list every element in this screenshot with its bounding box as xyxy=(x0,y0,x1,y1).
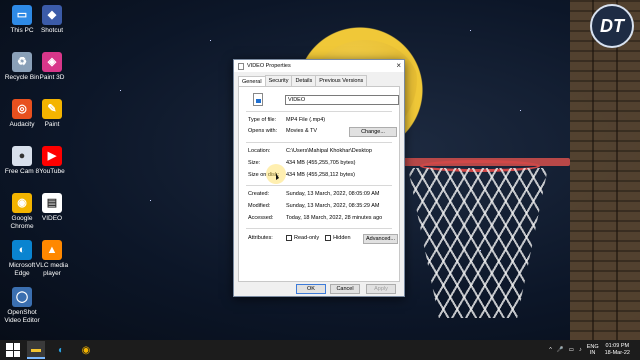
desktop-icon-vlc[interactable]: ▲ VLC media player xyxy=(32,238,72,278)
close-button[interactable]: × xyxy=(396,61,401,70)
modified-label: Modified: xyxy=(248,203,271,209)
microphone-icon[interactable]: 🎤 xyxy=(557,347,564,353)
size-value: 434 MB (455,255,705 bytes) xyxy=(286,160,356,166)
type-value: MP4 File (.mp4) xyxy=(286,117,326,123)
properties-dialog: VIDEO Properties × General Security Deta… xyxy=(233,59,405,297)
opens-with-value: Movies & TV xyxy=(286,128,318,134)
region-code: IN xyxy=(589,350,596,356)
desktop-icon-youtube[interactable]: ▶ YouTube xyxy=(32,144,72,176)
cancel-button[interactable]: Cancel xyxy=(330,284,360,294)
desktop-icon-shotcut[interactable]: ◆ Shotcut xyxy=(32,3,72,35)
volume-icon[interactable]: ♪ xyxy=(579,347,582,353)
desktop-icon-label: Shotcut xyxy=(40,27,64,34)
video-file-icon xyxy=(253,93,263,106)
battery-icon[interactable]: ▭ xyxy=(569,347,574,353)
start-button[interactable] xyxy=(6,343,20,357)
readonly-check-box[interactable] xyxy=(286,235,292,241)
taskbar: ▬ ◐ ◉ ^ 🎤 ▭ ♪ ENG IN 01:09 PM 18-Mar-22 xyxy=(0,340,640,360)
basketball-net xyxy=(408,168,548,318)
created-label: Created: xyxy=(248,191,270,197)
vlc-icon: ▲ xyxy=(42,240,62,260)
channel-logo: DT xyxy=(590,4,634,48)
free-cam-icon: ● xyxy=(12,146,32,166)
computer-icon: ▭ xyxy=(12,5,32,25)
desktop-icon-paint-3d[interactable]: ◈ Paint 3D xyxy=(32,50,72,82)
desktop-icon-label: Paint xyxy=(44,121,60,128)
tray-overflow-icon[interactable]: ^ xyxy=(549,347,552,353)
tab-bar: General Security Details Previous Versio… xyxy=(234,72,404,87)
dialog-title: VIDEO Properties xyxy=(247,63,291,69)
edge-icon: ◐ xyxy=(12,240,32,260)
audacity-icon: ◎ xyxy=(12,99,32,119)
location-label: Location: xyxy=(248,148,271,154)
chrome-icon: ◉ xyxy=(12,193,32,213)
taskbar-apps: ▬ ◐ ◉ xyxy=(20,341,95,359)
language-indicator[interactable]: ENG IN xyxy=(587,344,599,356)
created-value: Sunday, 13 March, 2022, 08:05:09 AM xyxy=(286,191,380,197)
desktop-icon-openshot[interactable]: ◯ OpenShot Video Editor xyxy=(2,285,42,325)
shotcut-icon: ◆ xyxy=(42,5,62,25)
readonly-label: Read-only xyxy=(294,235,320,241)
advanced-button[interactable]: Advanced... xyxy=(363,234,398,244)
desktop-icon-label: VIDEO xyxy=(41,215,63,222)
tab-security[interactable]: Security xyxy=(264,75,293,86)
taskbar-file-explorer-icon[interactable]: ▬ xyxy=(27,341,45,359)
tab-details[interactable]: Details xyxy=(291,75,317,86)
taskbar-chrome-icon[interactable]: ◉ xyxy=(77,341,95,359)
hidden-label: Hidden xyxy=(333,235,351,241)
desktop-icon-label: YouTube xyxy=(39,168,65,175)
size-on-disk-value: 434 MB (455,258,112 bytes) xyxy=(286,172,355,178)
dialog-titlebar[interactable]: VIDEO Properties × xyxy=(234,60,404,72)
general-panel: VIDEO Type of file: MP4 File (.mp4) Open… xyxy=(238,86,400,282)
accessed-label: Accessed: xyxy=(248,215,274,221)
desktop-icon-label: OpenShot Video Editor xyxy=(4,309,40,324)
recycle-bin-icon: ♻ xyxy=(12,52,32,72)
clock[interactable]: 01:09 PM 18-Mar-22 xyxy=(605,343,630,357)
desktop-icon-paint[interactable]: ✎ Paint xyxy=(32,97,72,129)
accessed-value: Today, 18 March, 2022, 28 minutes ago xyxy=(286,215,383,221)
modified-value: Sunday, 13 March, 2022, 08:35:29 AM xyxy=(286,203,380,209)
opens-with-label: Opens with: xyxy=(248,128,278,134)
location-value: C:\Users\Mahipal Khokhar\Desktop xyxy=(286,148,372,154)
hidden-checkbox[interactable]: Hidden xyxy=(325,235,351,241)
attributes-label: Attributes: xyxy=(248,235,273,241)
paint-3d-icon: ◈ xyxy=(42,52,62,72)
desktop-icon-label: VLC media player xyxy=(35,262,69,277)
desktop-icon-label: Paint 3D xyxy=(39,74,65,81)
clock-time: 01:09 PM xyxy=(605,343,630,349)
video-file-icon: ▤ xyxy=(42,193,62,213)
brick-wall xyxy=(570,0,640,340)
openshot-icon: ◯ xyxy=(12,287,32,307)
change-button[interactable]: Change... xyxy=(349,127,397,137)
paint-icon: ✎ xyxy=(42,99,62,119)
mouse-cursor-icon xyxy=(276,173,279,180)
apply-button[interactable]: Apply xyxy=(366,284,396,294)
readonly-checkbox[interactable]: Read-only xyxy=(286,235,319,241)
ok-button[interactable]: OK xyxy=(296,284,326,294)
desktop-icon-video-file[interactable]: ▤ VIDEO xyxy=(32,191,72,223)
tab-previous-versions[interactable]: Previous Versions xyxy=(315,75,368,86)
clock-date: 18-Mar-22 xyxy=(604,350,630,356)
file-icon xyxy=(238,62,244,70)
hidden-check-box[interactable] xyxy=(325,235,332,241)
file-name-input[interactable]: VIDEO xyxy=(285,95,399,105)
system-tray: ^ 🎤 ▭ ♪ ENG IN 01:09 PM 18-Mar-22 xyxy=(549,340,636,360)
taskbar-edge-icon[interactable]: ◐ xyxy=(52,341,70,359)
youtube-icon: ▶ xyxy=(42,146,62,166)
type-label: Type of file: xyxy=(248,117,277,123)
